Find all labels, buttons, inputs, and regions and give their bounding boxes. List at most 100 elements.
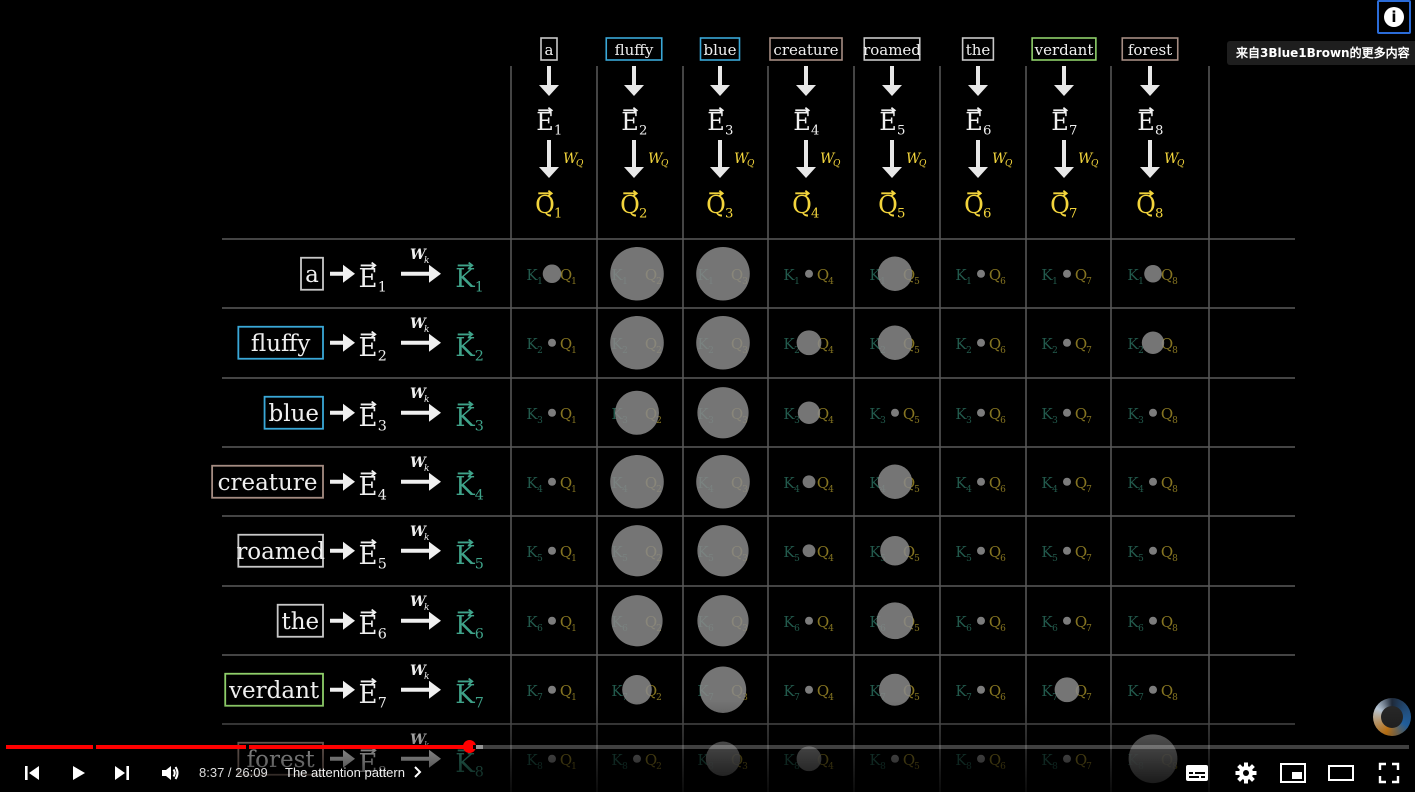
- play-button[interactable]: [64, 758, 92, 788]
- attention-weight-circle: [977, 269, 985, 278]
- column-word-label: forest: [1128, 41, 1172, 59]
- attention-weight-circle: [797, 401, 821, 424]
- attention-weight-circle: [796, 330, 822, 356]
- attention-weight-circle: [696, 315, 750, 370]
- chapter-marker: [245, 745, 249, 749]
- attention-weight-circle: [977, 546, 985, 555]
- column-embedding-letter: E: [793, 108, 811, 136]
- column-wq-subscript: Q: [576, 159, 584, 169]
- attention-weight-circle: [611, 595, 663, 647]
- column-embed-arrow-head: [624, 85, 644, 96]
- fullscreen-button[interactable]: [1374, 758, 1404, 788]
- row-key-subscript: 2: [475, 348, 484, 364]
- cell-query-subscript: 6: [1000, 346, 1006, 356]
- progress-bar[interactable]: [6, 740, 1409, 753]
- column-query-subscript: 1: [554, 206, 562, 221]
- attention-weight-circle: [805, 269, 813, 278]
- subtitles-button[interactable]: [1182, 758, 1212, 788]
- theater-mode-button[interactable]: [1326, 758, 1356, 788]
- row-word-label: the: [281, 609, 319, 635]
- column-query-letter: Q: [792, 191, 812, 219]
- previous-button[interactable]: [18, 758, 46, 788]
- column-embedding-letter: E: [1051, 108, 1069, 136]
- column-word-label: the: [966, 41, 991, 59]
- row-key-subscript: 3: [475, 418, 484, 434]
- row-word-label: roamed: [236, 539, 325, 565]
- column-word-label: blue: [704, 41, 737, 59]
- volume-icon: [162, 766, 179, 780]
- attention-weight-circle: [615, 390, 659, 435]
- row-key-arrow-head: [429, 541, 441, 560]
- row-embed-arrow-head: [343, 541, 355, 560]
- attention-weight-circle: [1063, 408, 1071, 417]
- cell-query-subscript: 5: [914, 346, 920, 356]
- next-button[interactable]: [108, 758, 136, 788]
- cell-query-subscript: 5: [914, 485, 920, 495]
- more-from-channel-tooltip: 来自3Blue1Brown的更多内容: [1227, 41, 1415, 65]
- chapter-button[interactable]: The attention pattern: [285, 763, 425, 783]
- column-embedding-letter: E: [707, 108, 725, 136]
- gear-icon: [1235, 762, 1257, 784]
- attention-weight-circle: [548, 616, 556, 625]
- row-embed-arrow-head: [343, 264, 355, 283]
- column-wq-subscript: Q: [747, 159, 755, 169]
- column-query-subscript: 6: [983, 206, 991, 221]
- column-query-arrow-head: [796, 167, 816, 178]
- cell-query-subscript: 4: [828, 277, 834, 287]
- row-embedding-subscript: 3: [378, 418, 387, 434]
- row-key-arrow-head: [429, 611, 441, 630]
- column-embedding-subscript: 2: [639, 123, 647, 138]
- video-player[interactable]: a E 1 W Q Q 1 fluffy E 2 W Q Q 2 blue E 3 W Q Q 3 creature E 4 W…: [0, 0, 1415, 792]
- info-button[interactable]: i: [1377, 0, 1411, 34]
- row-key-subscript: 5: [475, 556, 484, 572]
- attention-weight-circle: [802, 544, 816, 558]
- row-key-arrow-head: [429, 264, 441, 283]
- column-embedding-letter: E: [621, 108, 639, 136]
- attention-weight-circle: [977, 616, 985, 625]
- cell-key-subscript: 3: [1052, 416, 1058, 426]
- row-key-subscript: 6: [475, 626, 484, 642]
- cell-key-subscript: 4: [1052, 485, 1058, 495]
- attention-weight-circle: [1144, 264, 1162, 283]
- miniplayer-button[interactable]: [1278, 758, 1308, 788]
- attention-weight-circle: [1149, 408, 1157, 417]
- cell-query-subscript: 4: [828, 624, 834, 634]
- play-icon: [73, 766, 85, 780]
- column-wq-subscript: Q: [1005, 159, 1013, 169]
- miniplayer-icon: [1280, 763, 1306, 783]
- row-key-letter: K: [455, 541, 475, 571]
- mute-button[interactable]: [155, 758, 185, 788]
- attention-weight-circle: [1063, 616, 1071, 625]
- attention-weight-circle: [548, 546, 556, 555]
- cell-key-subscript: 6: [794, 624, 800, 634]
- column-query-subscript: 4: [811, 206, 819, 221]
- attention-weight-circle: [880, 535, 910, 566]
- attention-weight-circle: [1063, 338, 1071, 347]
- column-embedding-subscript: 7: [1069, 123, 1077, 138]
- row-embed-arrow-head: [343, 472, 355, 491]
- attention-weight-circle: [876, 602, 914, 640]
- column-embedding-letter: E: [536, 108, 554, 136]
- column-word-label: creature: [773, 41, 838, 59]
- row-key-letter: K: [455, 403, 475, 433]
- cell-query-subscript: 5: [914, 554, 920, 564]
- skip-next-icon: [115, 766, 129, 780]
- time-display: 8:37 / 26:09: [199, 765, 268, 780]
- column-embed-arrow-head: [796, 85, 816, 96]
- column-embed-arrow-head: [1054, 85, 1074, 96]
- row-wk-subscript: k: [424, 395, 429, 405]
- column-query-letter: Q: [706, 191, 726, 219]
- column-embed-arrow-head: [1140, 85, 1160, 96]
- theater-mode-icon: [1328, 765, 1354, 781]
- cell-query-subscript: 4: [828, 416, 834, 426]
- cell-key-subscript: 1: [966, 277, 972, 287]
- cell-query-subscript: 7: [1086, 554, 1092, 564]
- attention-weight-circle: [696, 246, 750, 301]
- attention-weight-circle: [1063, 477, 1071, 486]
- row-embedding-subscript: 1: [378, 279, 387, 295]
- settings-button[interactable]: [1231, 758, 1261, 788]
- row-embed-arrow-head: [343, 333, 355, 352]
- cell-key-subscript: 5: [1052, 554, 1058, 564]
- attention-weight-circle: [610, 246, 664, 301]
- attention-weight-circle: [1149, 477, 1157, 486]
